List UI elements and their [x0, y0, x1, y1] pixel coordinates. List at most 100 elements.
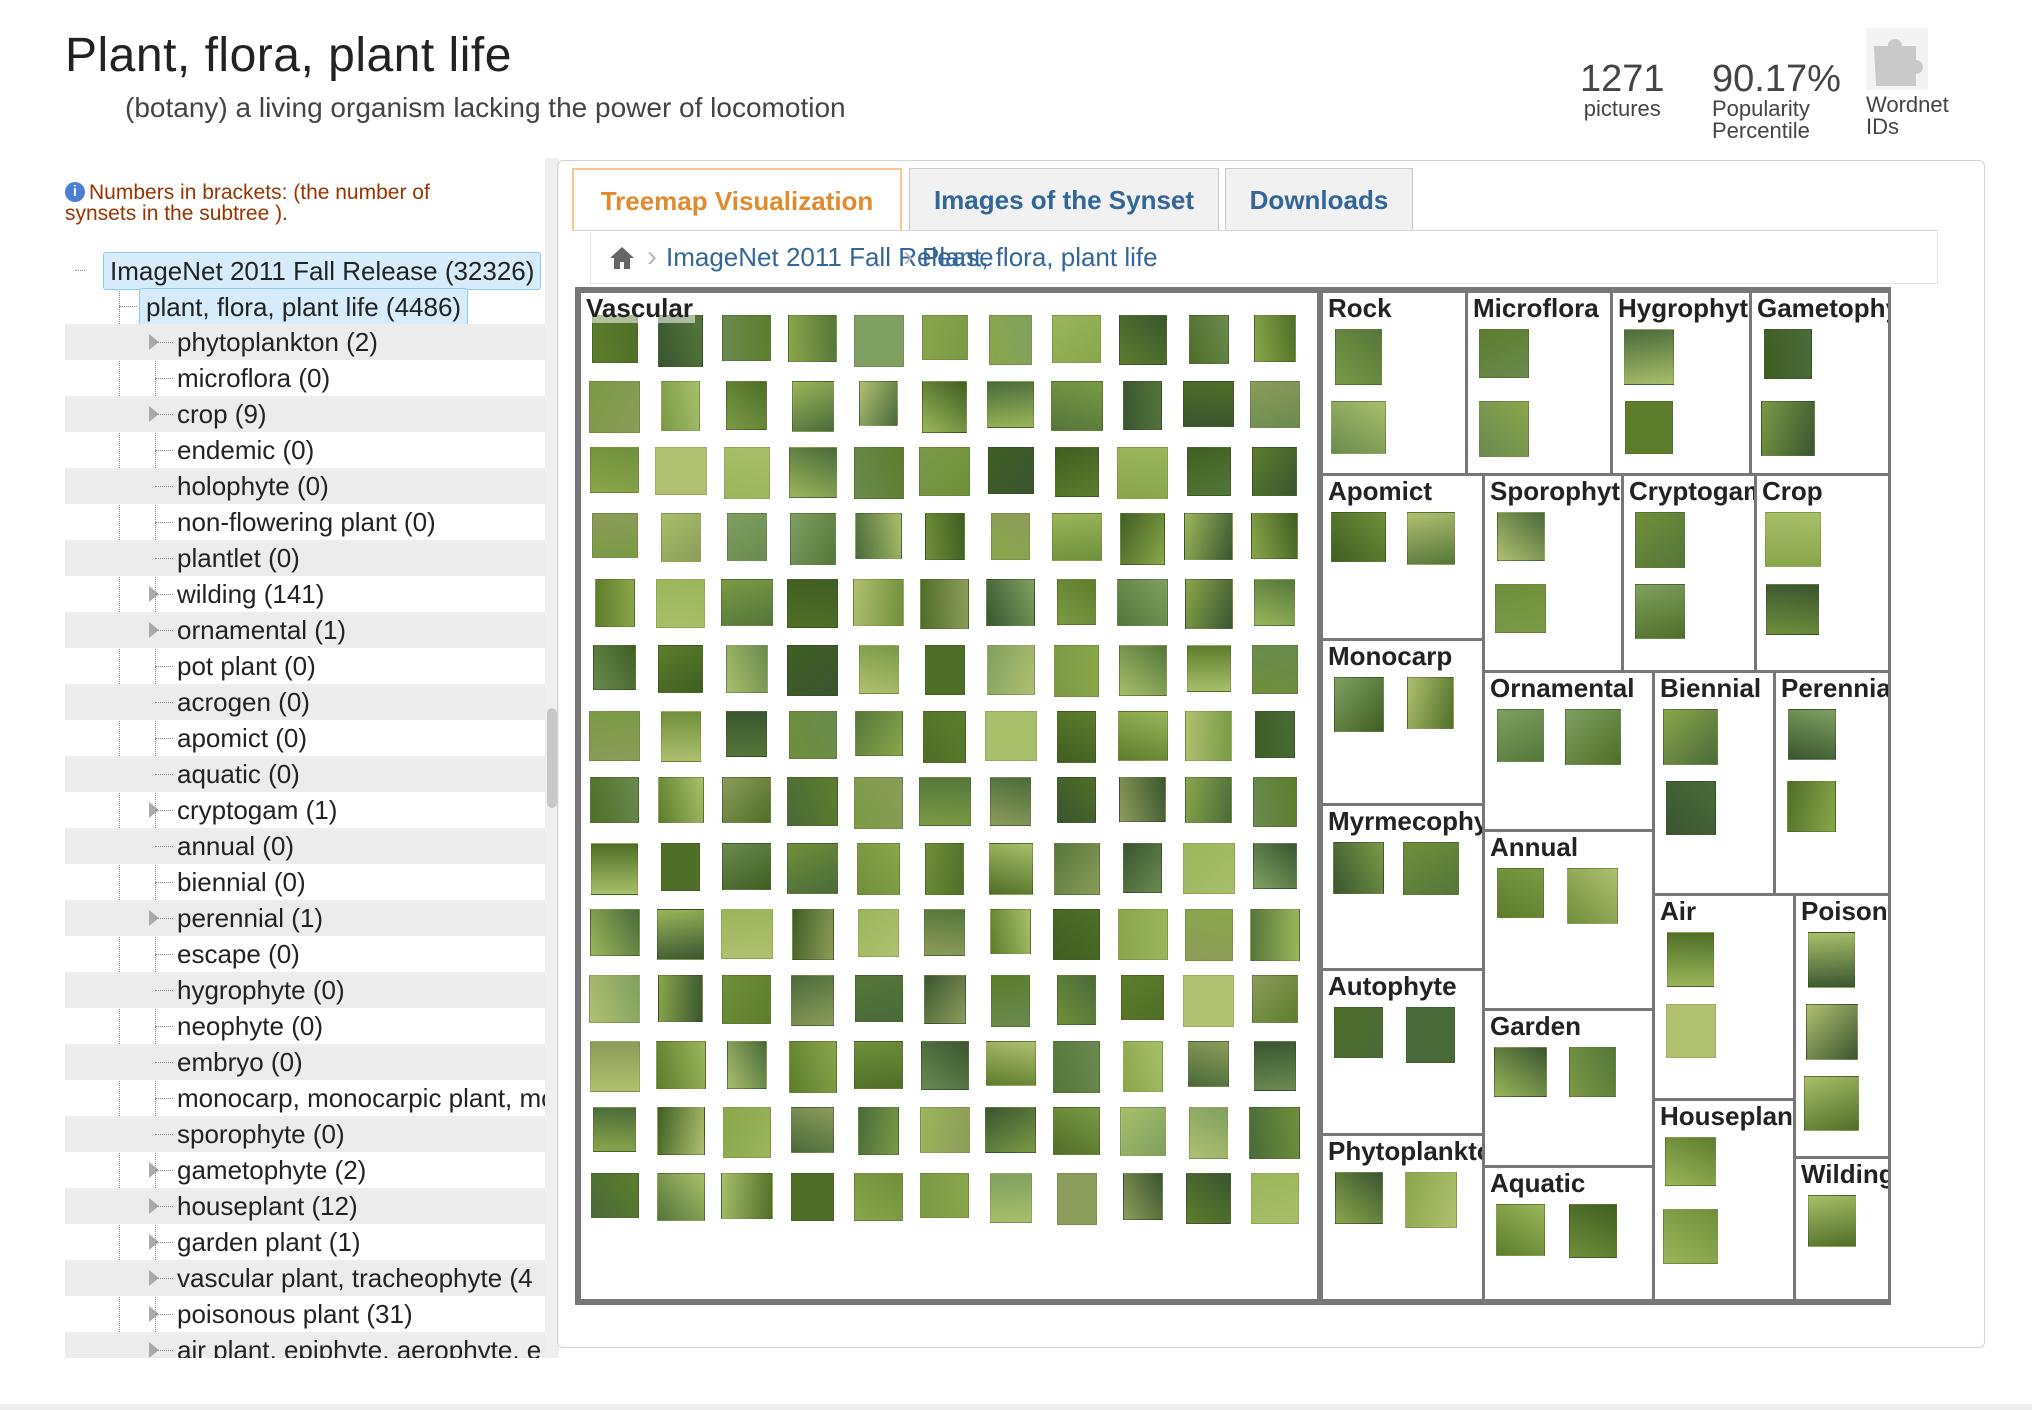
plant-thumbnail[interactable]: [787, 579, 838, 628]
scrollbar-thumb[interactable]: [547, 708, 557, 808]
plant-thumbnail[interactable]: [724, 447, 770, 499]
plant-thumbnail[interactable]: [1189, 1107, 1228, 1159]
tree-current-label[interactable]: plant, flora, plant life (4486): [139, 288, 469, 326]
plant-thumbnail[interactable]: [1249, 1107, 1300, 1159]
plant-thumbnail[interactable]: [788, 315, 837, 362]
plant-thumbnail[interactable]: [1117, 579, 1168, 626]
tree-item-label[interactable]: apomict (0): [177, 720, 307, 756]
plant-thumbnail[interactable]: [1054, 645, 1099, 697]
tree-item[interactable]: aquatic (0): [65, 756, 550, 792]
plant-thumbnail[interactable]: [1252, 975, 1298, 1023]
treemap-cell-label[interactable]: Apomict: [1326, 476, 1434, 506]
plant-thumbnail[interactable]: [1185, 909, 1233, 961]
plant-thumbnail[interactable]: [1185, 777, 1232, 823]
plant-thumbnail[interactable]: [1788, 709, 1836, 760]
plant-thumbnail[interactable]: [1119, 645, 1167, 696]
plant-thumbnail[interactable]: [657, 1173, 705, 1221]
treemap-cell-label[interactable]: Poisonous: [1799, 896, 1888, 926]
plant-thumbnail[interactable]: [1667, 932, 1714, 987]
plant-thumbnail[interactable]: [590, 447, 639, 493]
treemap-cell-label[interactable]: Ornamental: [1488, 673, 1637, 703]
plant-thumbnail[interactable]: [1051, 381, 1103, 431]
plant-thumbnail[interactable]: [922, 381, 967, 433]
plant-thumbnail[interactable]: [1057, 579, 1096, 625]
plant-thumbnail[interactable]: [990, 1173, 1032, 1223]
plant-thumbnail[interactable]: [1334, 677, 1384, 732]
plant-thumbnail[interactable]: [1251, 513, 1298, 559]
tree-item[interactable]: phytoplankton (2): [65, 324, 550, 360]
plant-thumbnail[interactable]: [791, 1173, 834, 1221]
plant-thumbnail[interactable]: [1119, 315, 1167, 365]
plant-thumbnail[interactable]: [658, 645, 703, 693]
plant-thumbnail[interactable]: [661, 381, 700, 431]
tree-item-label[interactable]: crop (9): [177, 396, 267, 432]
plant-thumbnail[interactable]: [661, 513, 701, 562]
tree-item[interactable]: microflora (0): [65, 360, 550, 396]
tree-item-label[interactable]: holophyte (0): [177, 468, 329, 504]
plant-thumbnail[interactable]: [787, 843, 838, 894]
wordnet-label[interactable]: Wordnet: [1866, 94, 1949, 116]
tree-item-label[interactable]: acrogen (0): [177, 684, 310, 720]
treemap-cell-label[interactable]: Aquatic: [1488, 1168, 1588, 1198]
plant-thumbnail[interactable]: [1052, 513, 1102, 561]
treemap-cell-label[interactable]: Houseplant: [1658, 1101, 1793, 1131]
tree-item-label[interactable]: monocarp, monocarpic plant, mo: [177, 1080, 550, 1116]
tree-item[interactable]: endemic (0): [65, 432, 550, 468]
plant-thumbnail[interactable]: [925, 843, 964, 895]
tree-item[interactable]: holophyte (0): [65, 468, 550, 504]
tree-item[interactable]: acrogen (0): [65, 684, 550, 720]
plant-thumbnail[interactable]: [1121, 975, 1164, 1020]
plant-thumbnail[interactable]: [1761, 401, 1815, 456]
plant-thumbnail[interactable]: [1251, 1173, 1299, 1224]
plant-thumbnail[interactable]: [854, 1041, 903, 1089]
plant-thumbnail[interactable]: [722, 777, 771, 823]
tree-item-label[interactable]: vascular plant, tracheophyte (4: [177, 1260, 533, 1296]
plant-thumbnail[interactable]: [1663, 1209, 1718, 1264]
plant-thumbnail[interactable]: [920, 1173, 969, 1218]
tree-item[interactable]: wilding (141): [65, 576, 550, 612]
plant-thumbnail[interactable]: [595, 579, 635, 627]
breadcrumb-current[interactable]: Plant, flora, plant life: [922, 232, 1158, 282]
plant-thumbnail[interactable]: [1495, 584, 1546, 633]
plant-thumbnail[interactable]: [1666, 1004, 1716, 1058]
plant-thumbnail[interactable]: [1405, 1172, 1457, 1228]
treemap-cell-label[interactable]: Biennial: [1658, 673, 1764, 703]
plant-thumbnail[interactable]: [1334, 1007, 1383, 1058]
tree-current-row[interactable]: plant, flora, plant life (4486): [65, 288, 550, 326]
tree-item[interactable]: monocarp, monocarpic plant, mo: [65, 1080, 550, 1116]
plant-thumbnail[interactable]: [1188, 1041, 1229, 1087]
plant-thumbnail[interactable]: [661, 711, 701, 762]
plant-thumbnail[interactable]: [987, 645, 1035, 695]
plant-thumbnail[interactable]: [921, 1041, 969, 1090]
plant-thumbnail[interactable]: [1123, 381, 1162, 430]
plant-thumbnail[interactable]: [661, 843, 700, 891]
plant-thumbnail[interactable]: [589, 975, 640, 1023]
treemap-cell-label[interactable]: Wilding: [1799, 1159, 1888, 1189]
plant-thumbnail[interactable]: [1123, 1041, 1163, 1092]
plant-thumbnail[interactable]: [727, 1041, 767, 1089]
plant-thumbnail[interactable]: [986, 579, 1035, 626]
plant-thumbnail[interactable]: [1335, 329, 1382, 385]
plant-thumbnail[interactable]: [853, 579, 904, 626]
treemap-cell-annual[interactable]: Annual: [1482, 829, 1655, 1011]
tree-item[interactable]: pot plant (0): [65, 648, 550, 684]
plant-thumbnail[interactable]: [726, 645, 768, 693]
tree-root-row[interactable]: ImageNet 2011 Fall Release (32326): [65, 252, 550, 290]
plant-thumbnail[interactable]: [1184, 513, 1233, 560]
plant-thumbnail[interactable]: [589, 711, 640, 761]
treemap-cell-hygrophyte[interactable]: Hygrophyte: [1610, 290, 1752, 476]
plant-thumbnail[interactable]: [1663, 709, 1718, 765]
plant-thumbnail[interactable]: [590, 1041, 640, 1092]
plant-thumbnail[interactable]: [1496, 1204, 1545, 1256]
tree-item[interactable]: embryo (0): [65, 1044, 550, 1080]
treemap-cell-wilding[interactable]: Wilding: [1793, 1156, 1891, 1302]
plant-thumbnail[interactable]: [1186, 1173, 1231, 1224]
plant-thumbnail[interactable]: [1407, 512, 1455, 565]
plant-thumbnail[interactable]: [986, 1041, 1036, 1086]
plant-thumbnail[interactable]: [1403, 842, 1459, 895]
tab-downloads[interactable]: Downloads: [1225, 168, 1413, 231]
plant-thumbnail[interactable]: [855, 513, 902, 559]
tree-item[interactable]: gametophyte (2): [65, 1152, 550, 1188]
plant-thumbnail[interactable]: [1187, 645, 1231, 692]
tree-item[interactable]: perennial (1): [65, 900, 550, 936]
